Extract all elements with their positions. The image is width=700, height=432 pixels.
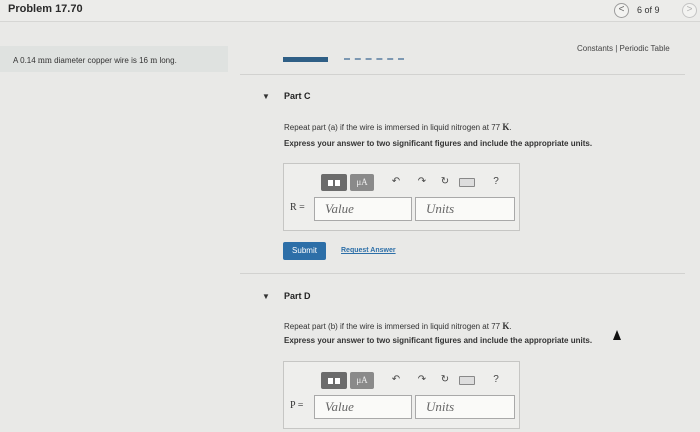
collapse-caret-icon[interactable]: ▼: [262, 292, 270, 301]
top-bar: Problem 17.70 < 6 of 9 >: [0, 0, 700, 22]
undo-icon[interactable]: ↶: [389, 175, 403, 189]
units-input[interactable]: Units: [415, 395, 515, 419]
part-d-question: Repeat part (b) if the wire is immersed …: [284, 321, 512, 331]
part-d-label[interactable]: Part D: [284, 291, 311, 301]
part-c-question: Repeat part (a) if the wire is immersed …: [284, 122, 512, 132]
templates-icon[interactable]: [321, 174, 347, 191]
reset-icon[interactable]: ↻: [438, 373, 452, 387]
undo-icon[interactable]: ↶: [389, 373, 403, 387]
units-button[interactable]: μA: [350, 174, 374, 191]
submit-button[interactable]: Submit: [283, 242, 326, 260]
part-c-instruction: Express your answer to two significant f…: [284, 139, 593, 148]
previous-button[interactable]: <: [614, 3, 629, 18]
keyboard-icon[interactable]: [459, 178, 475, 187]
mouse-cursor-icon: [613, 330, 621, 340]
value-input[interactable]: Value: [314, 197, 412, 221]
redo-icon[interactable]: ↷: [415, 175, 429, 189]
reset-icon[interactable]: ↻: [438, 175, 452, 189]
previous-submit-button-partial[interactable]: [283, 57, 328, 62]
part-d-instruction: Express your answer to two significant f…: [284, 336, 593, 345]
units-button[interactable]: μA: [350, 372, 374, 389]
request-answer-link[interactable]: Request Answer: [341, 247, 396, 254]
previous-request-link-partial[interactable]: [344, 58, 404, 60]
unit-mm: mm: [37, 55, 52, 65]
part-c-question-text: Repeat part (a) if the wire is immersed …: [284, 123, 503, 132]
part-d-answer-box: μA ↶ ↷ ↻ ? P = Value Units: [283, 361, 520, 429]
collapse-caret-icon[interactable]: ▼: [262, 92, 270, 101]
divider: [240, 74, 685, 75]
templates-icon[interactable]: [321, 372, 347, 389]
variable-label-r: R =: [290, 202, 305, 213]
part-c-answer-box: μA ↶ ↷ ↻ ? R = Value Units: [283, 163, 520, 231]
part-c-toolbar: μA ↶ ↷ ↻ ?: [321, 174, 501, 192]
next-button[interactable]: >: [682, 3, 697, 18]
variable-label-p: P =: [290, 400, 304, 411]
part-c-label[interactable]: Part C: [284, 91, 311, 101]
page-count: 6 of 9: [637, 5, 660, 15]
constants-periodic-table-link[interactable]: Constants | Periodic Table: [577, 44, 670, 53]
units-input[interactable]: Units: [415, 197, 515, 221]
problem-statement-panel: A 0.14 mm diameter copper wire is 16 m l…: [0, 46, 228, 72]
help-icon[interactable]: ?: [489, 175, 503, 189]
help-icon[interactable]: ?: [489, 373, 503, 387]
part-c-question-suffix: .: [509, 123, 512, 132]
problem-text-prefix: A 0.14: [13, 56, 38, 65]
problem-statement: A 0.14 mm diameter copper wire is 16 m l…: [13, 55, 177, 65]
part-d-toolbar: μA ↶ ↷ ↻ ?: [321, 372, 501, 390]
redo-icon[interactable]: ↷: [415, 373, 429, 387]
problem-text-middle: diameter copper wire is 16: [51, 56, 151, 65]
part-d-question-suffix: .: [509, 322, 512, 331]
value-input[interactable]: Value: [314, 395, 412, 419]
part-d-question-text: Repeat part (b) if the wire is immersed …: [284, 322, 503, 331]
keyboard-icon[interactable]: [459, 376, 475, 385]
problem-title: Problem 17.70: [8, 3, 83, 15]
divider: [240, 273, 685, 274]
problem-text-suffix: long.: [157, 56, 177, 65]
